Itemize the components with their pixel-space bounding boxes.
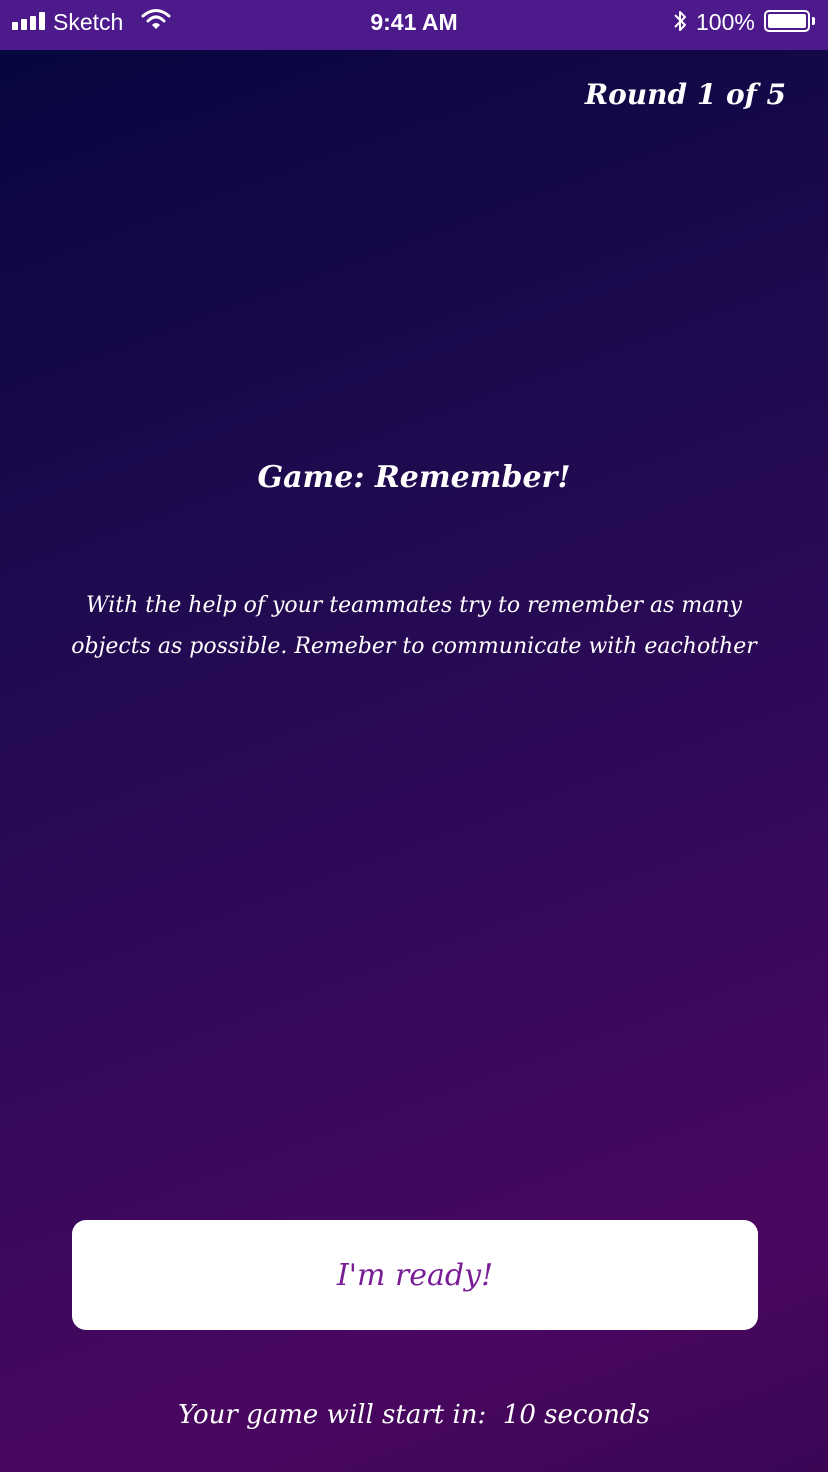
- game-title: Game: Remember!: [257, 460, 571, 495]
- ready-button[interactable]: I'm ready!: [72, 1220, 758, 1330]
- game-description: With the help of your teammates try to r…: [71, 593, 757, 659]
- battery-icon: [764, 10, 810, 32]
- battery-fill: [768, 14, 806, 28]
- round-indicator: Round 1 of 5: [584, 78, 786, 111]
- battery-nub: [812, 17, 815, 25]
- battery-percent: 100%: [696, 9, 755, 35]
- status-bar: Sketch 9:41 AM 100%: [0, 0, 828, 50]
- countdown-text: Your game will start in: 10 seconds: [178, 1400, 650, 1430]
- bluetooth-icon: [671, 8, 689, 40]
